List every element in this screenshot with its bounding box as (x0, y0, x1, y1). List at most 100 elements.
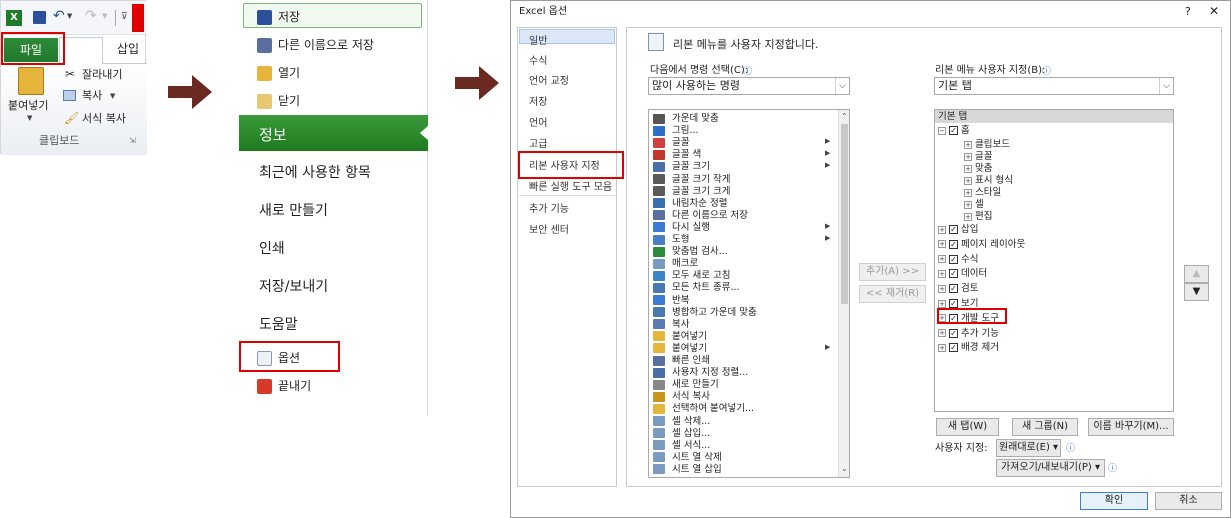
checkbox-checked-icon[interactable]: ✓ (949, 328, 958, 338)
expand-icon[interactable]: + (938, 269, 946, 278)
tree-group-item[interactable]: + 글꼴 (964, 151, 992, 162)
new-tab-button[interactable]: 새 탭(W) (936, 418, 999, 436)
tree-tab-item[interactable]: + ✓ 검토 (938, 283, 978, 294)
scroll-thumb[interactable] (841, 124, 848, 304)
nav-advanced[interactable]: 고급 (529, 135, 547, 150)
expand-icon[interactable]: + (964, 152, 972, 161)
tree-tab-item[interactable]: + ✓ 수식 (938, 254, 978, 265)
expand-icon[interactable]: + (938, 255, 946, 264)
tree-tab-item[interactable]: + ✓ 삽입 (938, 224, 978, 235)
command-item[interactable]: 빠른 인쇄 (653, 355, 710, 366)
backstage-close[interactable]: 닫기 (257, 92, 300, 109)
expand-icon[interactable]: + (964, 212, 972, 221)
command-item[interactable]: 글꼴 (653, 137, 689, 148)
scroll-up-icon[interactable]: ⌃ (841, 112, 848, 121)
tree-group-item[interactable]: + 클립보드 (964, 139, 1010, 150)
backstage-open[interactable]: 열기 (257, 64, 300, 81)
customize-ribbon-dropdown[interactable]: 기본 탭 ⌵ (934, 77, 1174, 95)
expand-icon[interactable]: + (964, 188, 972, 197)
checkbox-checked-icon[interactable]: ✓ (949, 239, 958, 249)
command-item[interactable]: 반복 (653, 295, 689, 306)
insert-tab[interactable]: 삽입 (117, 43, 139, 56)
new-group-button[interactable]: 새 그룹(N) (1012, 418, 1078, 436)
command-item[interactable]: 선택하여 붙여넣기... (653, 403, 754, 414)
command-item[interactable]: 내림차순 정렬 (653, 198, 727, 209)
checkbox-checked-icon[interactable]: ✓ (949, 299, 958, 308)
nav-quick-access[interactable]: 빠른 실행 도구 모음 (529, 178, 612, 193)
tree-group-item[interactable]: + 표시 형식 (964, 175, 1013, 186)
nav-save[interactable]: 저장 (529, 93, 547, 108)
ok-button[interactable]: 확인 (1080, 492, 1148, 510)
command-item[interactable]: 맞춤법 검사... (653, 246, 728, 257)
nav-language[interactable]: 언어 (529, 114, 547, 129)
commands-scrollbar[interactable]: ⌃ ⌄ (838, 110, 849, 477)
expand-icon[interactable]: + (938, 329, 946, 338)
expand-icon[interactable]: + (938, 284, 946, 293)
expand-icon[interactable]: + (938, 225, 946, 234)
backstage-save-as[interactable]: 다른 이름으로 저장 (257, 36, 374, 53)
checkbox-checked-icon[interactable]: ✓ (949, 284, 958, 294)
command-item[interactable]: 시트 열 삭제 (653, 452, 722, 463)
backstage-new[interactable]: 새로 만들기 (239, 200, 428, 220)
command-item[interactable]: 복사 (653, 319, 689, 330)
expand-icon[interactable]: + (938, 240, 946, 249)
command-item[interactable]: 사용자 지정 정렬... (653, 367, 748, 378)
tree-group-item[interactable]: + 맞춤 (964, 163, 992, 174)
command-item[interactable]: 글꼴 크기 (653, 161, 710, 172)
command-item[interactable]: 글꼴 크기 작게 (653, 174, 730, 185)
checkbox-checked-icon[interactable]: ✓ (949, 126, 958, 135)
ribbon-tree[interactable]: 기본 탭 − ✓ 홈 + 클립보드 + 글꼴 + 맞춤 + 표시 형식 + 스타일 + 셀 + 편집 + ✓ 삽입… (934, 109, 1174, 412)
scroll-down-icon[interactable]: ⌄ (841, 464, 848, 473)
checkbox-checked-icon[interactable]: ✓ (949, 343, 958, 353)
close-button[interactable]: ✕ (1209, 5, 1219, 18)
command-item[interactable]: 도형 (653, 234, 689, 245)
tree-group-item[interactable]: + 셀 (964, 199, 984, 210)
command-item[interactable]: 글꼴 크기 크게 (653, 186, 730, 197)
command-item[interactable]: 그림... (653, 125, 699, 136)
command-item[interactable]: 모든 차트 종류... (653, 282, 740, 293)
command-item[interactable]: 모두 새로 고침 (653, 270, 730, 281)
command-item[interactable]: 붙여넣기 (653, 331, 707, 342)
move-down-button[interactable]: ▼ (1184, 283, 1209, 301)
move-up-button[interactable]: ▲ (1184, 265, 1209, 283)
tree-group-item[interactable]: + 편집 (964, 211, 992, 222)
backstage-save-send[interactable]: 저장/보내기 (239, 276, 428, 296)
backstage-print[interactable]: 인쇄 (239, 238, 428, 258)
dialog-launcher-icon[interactable]: ⇲ (129, 136, 136, 145)
info-item[interactable]: 정보 (239, 115, 429, 151)
tree-tab-item[interactable]: + ✓ 배경 제거 (938, 342, 999, 353)
commands-list[interactable]: 가운데 맞춤 그림... 글꼴 ▶ 글꼴 색 ▶ 글꼴 크기 ▶ 글꼴 크기 작게 글꼴 크기 크… (648, 109, 850, 478)
cancel-button[interactable]: 취소 (1155, 492, 1222, 510)
nav-general[interactable]: 일반 (529, 32, 547, 47)
format-painter-button[interactable]: 서식 복사 (82, 112, 126, 125)
copy-icon[interactable] (63, 90, 76, 101)
paste-dropdown-icon[interactable]: ▼ (27, 114, 32, 122)
rename-button[interactable]: 이름 바꾸기(M)... (1088, 418, 1174, 436)
command-item[interactable]: 병합하고 가운데 맞춤 (653, 307, 757, 318)
copy-dropdown-icon[interactable]: ▼ (110, 92, 115, 100)
command-item[interactable]: 셀 서식... (653, 440, 710, 451)
scissors-icon[interactable]: ✂ (65, 67, 75, 81)
command-item[interactable]: 가운데 맞춤 (653, 113, 719, 124)
reset-button[interactable]: 원래대로(E) ▾ (996, 439, 1061, 457)
command-item[interactable]: 다시 실행 (653, 222, 710, 233)
checkbox-checked-icon[interactable]: ✓ (949, 269, 958, 279)
save-icon[interactable] (33, 11, 46, 24)
checkbox-checked-icon[interactable]: ✓ (949, 254, 958, 264)
expand-icon[interactable]: + (938, 299, 946, 308)
add-button[interactable]: 추가(A) >> (859, 263, 926, 281)
tree-item-home[interactable]: − ✓ 홈 (938, 125, 970, 136)
choose-commands-dropdown[interactable]: 많이 사용하는 명령 ⌵ (648, 77, 850, 95)
paste-button[interactable]: 붙여넣기 (8, 99, 48, 112)
command-item[interactable]: 글꼴 색 (653, 149, 701, 160)
backstage-help[interactable]: 도움말 (239, 314, 428, 334)
command-item[interactable]: 서식 복사 (653, 391, 710, 402)
copy-button[interactable]: 복사 (82, 89, 102, 102)
command-item[interactable]: 셀 삽입... (653, 428, 710, 439)
collapse-icon[interactable]: − (938, 126, 946, 135)
tree-tab-item[interactable]: + ✓ 데이터 (938, 268, 987, 279)
customize-qat-icon[interactable]: ⊽ (121, 12, 128, 22)
expand-icon[interactable]: + (964, 164, 972, 173)
help-button[interactable]: ? (1185, 5, 1191, 18)
command-item[interactable]: 시트 열 삽입 (653, 464, 722, 475)
